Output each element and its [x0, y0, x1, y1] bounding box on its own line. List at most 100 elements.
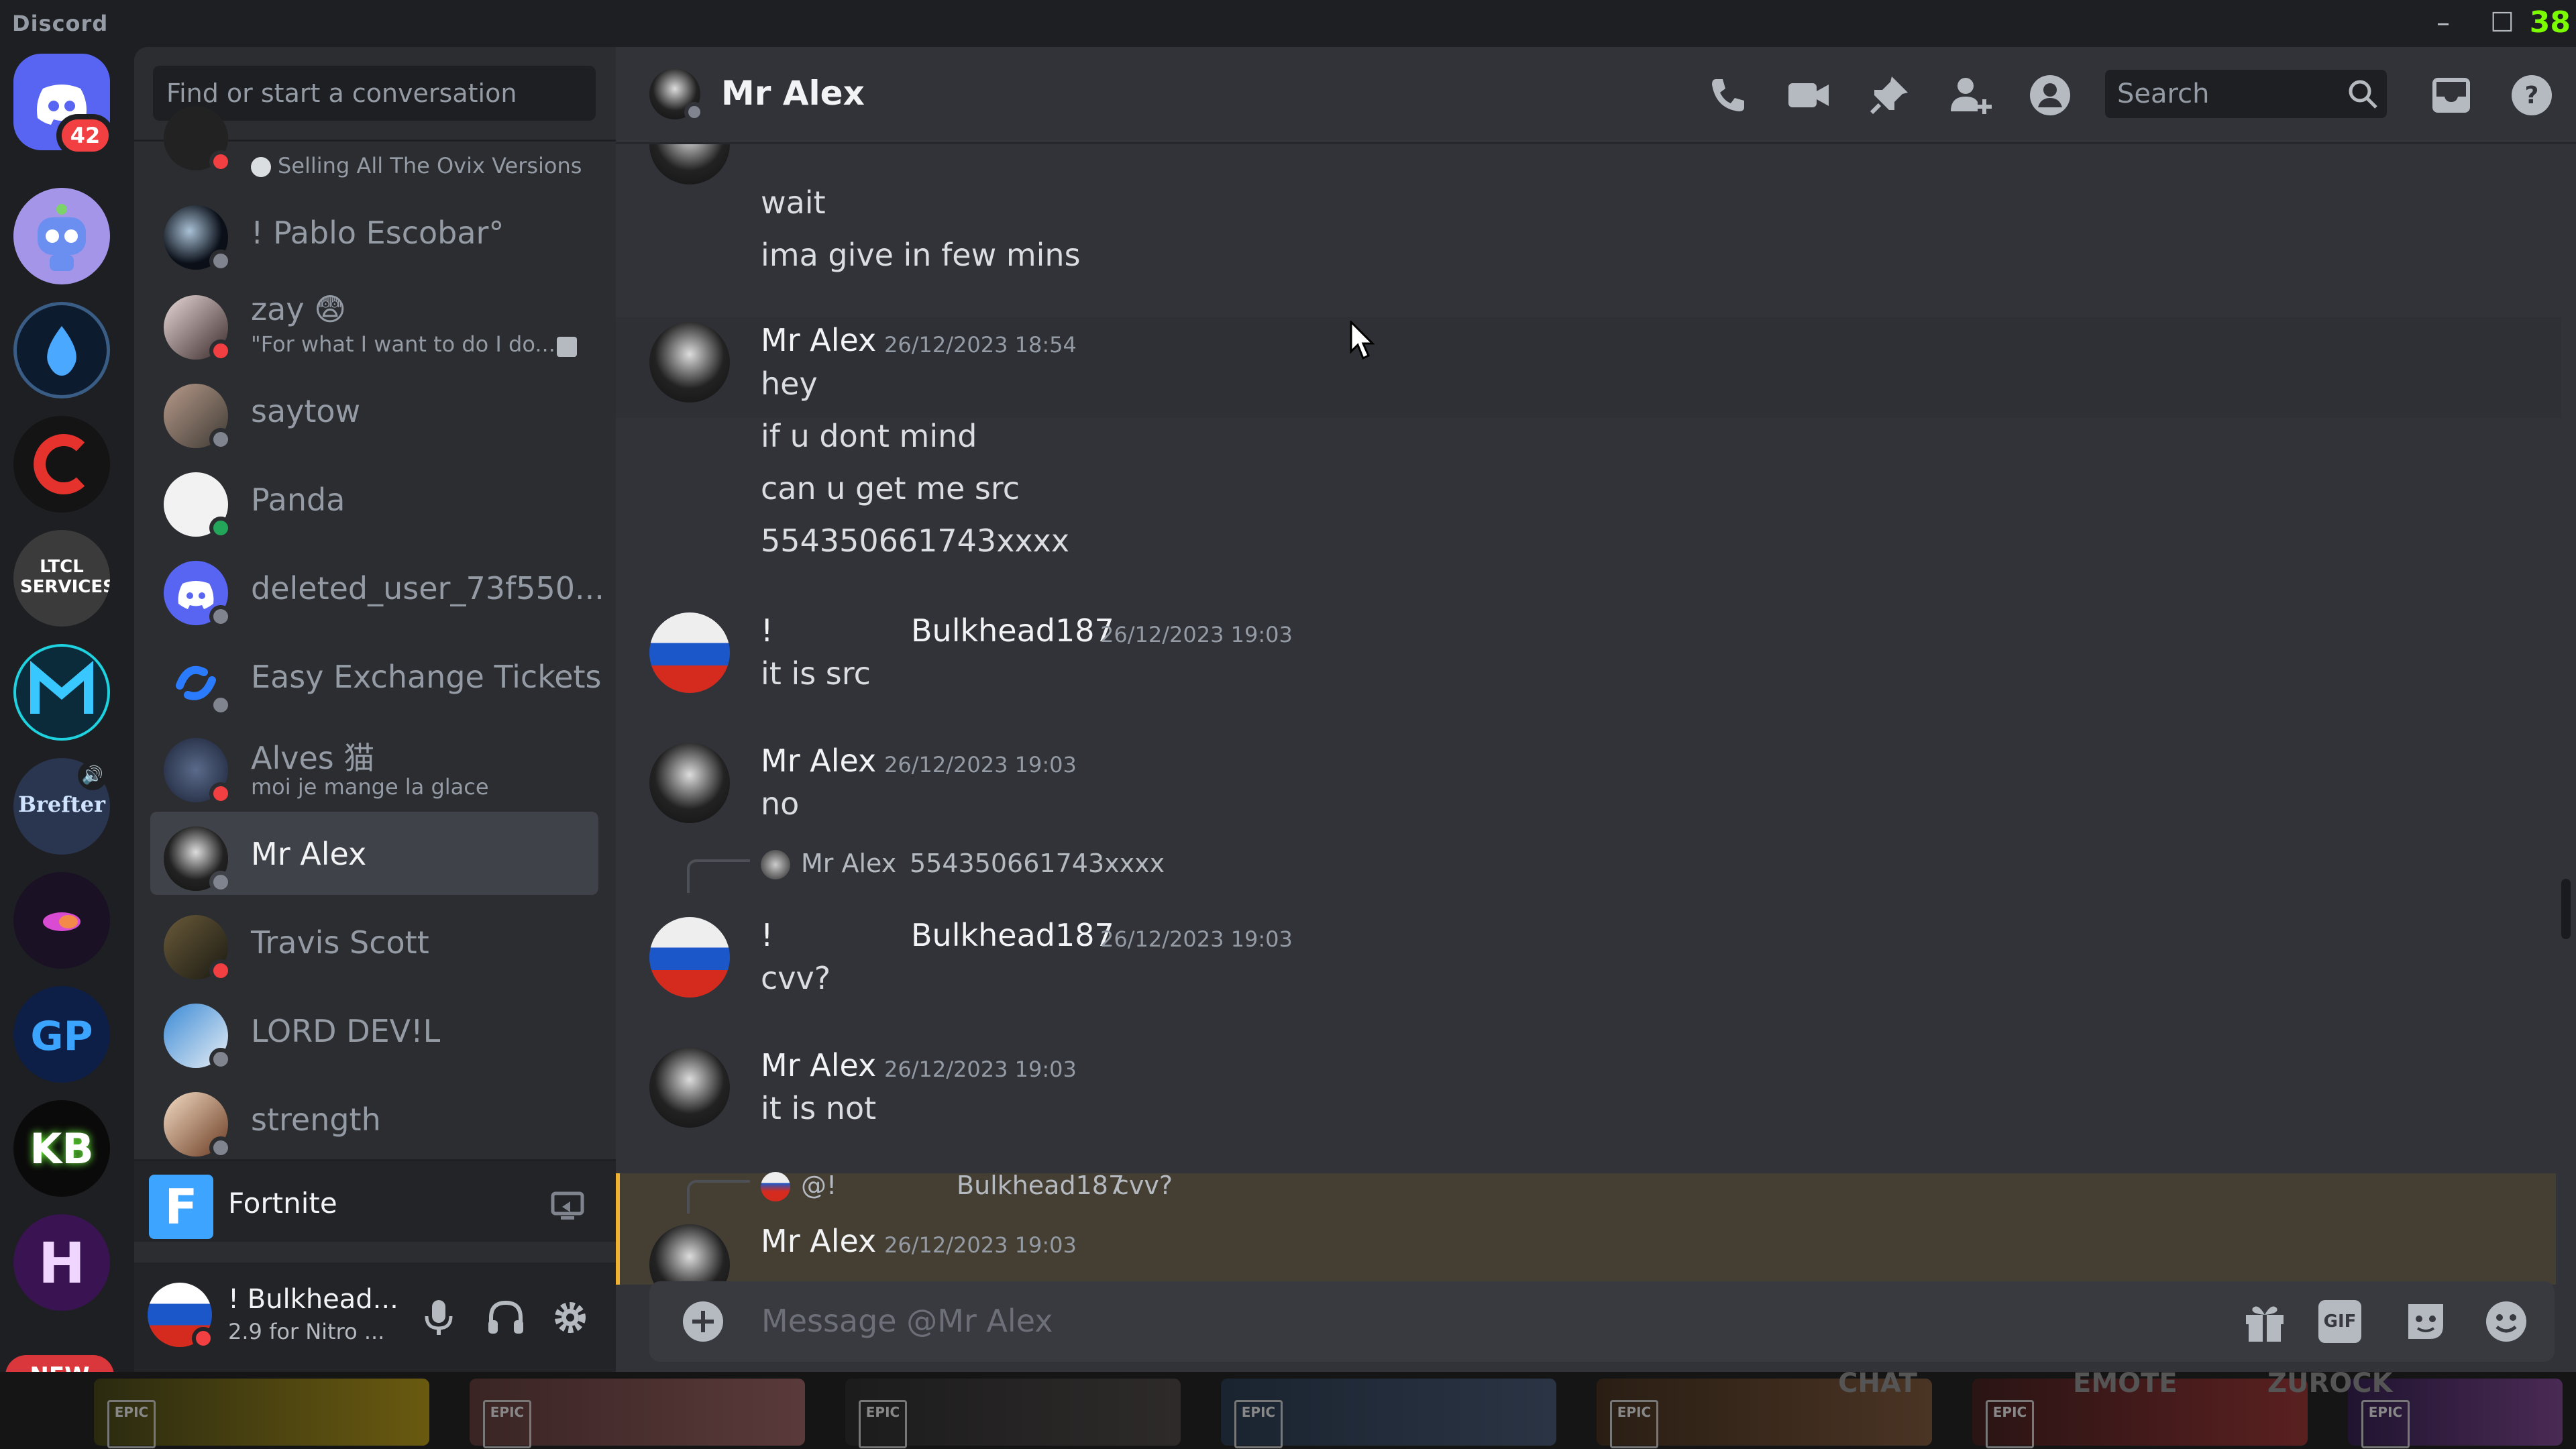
message-avatar[interactable] [649, 917, 730, 998]
epic-logo-icon: EPIC [107, 1400, 156, 1448]
dm-item-active[interactable]: Mr Alex [150, 812, 598, 895]
user-profile-icon[interactable] [2026, 71, 2074, 119]
server-gp-icon[interactable]: GP [13, 986, 110, 1083]
app-title: Discord [12, 11, 109, 36]
ltcl-label: LTCL SERVICES [20, 557, 110, 597]
minimize-button[interactable]: – [2423, 5, 2463, 40]
status-offline-icon [209, 694, 232, 716]
message-author-prefix[interactable]: ! [761, 612, 773, 649]
help-icon[interactable]: ? [2508, 71, 2556, 119]
dm-subtext: Selling All The Ovix Versions [278, 153, 582, 178]
inbox-icon[interactable] [2427, 71, 2475, 119]
message-avatar[interactable] [649, 322, 730, 402]
find-conversation-input[interactable]: Find or start a conversation [153, 66, 596, 121]
message-text: if u dont mind [761, 418, 977, 454]
headphones-icon[interactable] [486, 1297, 526, 1338]
server-drop-icon[interactable] [13, 302, 110, 398]
status-online-icon [209, 517, 232, 539]
message-author[interactable]: Mr Alex [761, 743, 876, 779]
reply-preview[interactable]: 554350661743xxxx [910, 849, 1165, 878]
message-author[interactable]: Mr Alex [761, 1223, 876, 1259]
server-gradient-icon[interactable] [13, 872, 110, 969]
dm-item[interactable]: Travis Scott [150, 900, 598, 983]
server-ltcl-icon[interactable]: LTCL SERVICES [13, 530, 110, 627]
dm-name: Panda [251, 482, 345, 518]
reply-author[interactable]: @! [801, 1171, 837, 1200]
reply-author[interactable]: Bulkhead187 [957, 1171, 1124, 1200]
status-offline-icon [209, 428, 232, 451]
game-tile[interactable]: EPIC [470, 1379, 805, 1448]
epic-logo-icon: EPIC [859, 1400, 907, 1448]
reply-preview[interactable]: cvv? [1115, 1171, 1173, 1200]
emoji-icon[interactable] [2479, 1295, 2533, 1348]
add-friend-icon[interactable] [1945, 71, 1994, 119]
message-author[interactable]: Bulkhead187 [911, 917, 1114, 953]
gift-icon[interactable] [2238, 1295, 2292, 1348]
message-avatar [649, 144, 730, 184]
server-m-icon[interactable] [13, 644, 110, 741]
gp-label: GP [30, 1013, 93, 1060]
dm-item[interactable]: Panda [150, 458, 598, 541]
dm-item[interactable]: zay 😨 "For what I want to do I do... [150, 280, 598, 364]
sticker-icon[interactable] [2399, 1295, 2453, 1348]
dm-item[interactable]: Easy Exchange Tickets [150, 635, 602, 718]
status-dnd-icon [209, 339, 232, 362]
status-dnd-icon [209, 782, 232, 805]
message-author[interactable]: Mr Alex [761, 322, 876, 358]
dm-item[interactable]: Alves 猫 moi je mange la glace [150, 723, 598, 806]
server-h-icon[interactable]: H [13, 1214, 110, 1311]
message-avatar[interactable] [649, 1047, 730, 1128]
activity-panel[interactable]: F Fortnite [134, 1159, 616, 1242]
search-icon [2349, 80, 2377, 109]
message-timestamp: 26/12/2023 19:03 [1100, 622, 1293, 647]
user-panel: ! Bulkhead... 2.9 for Nitro ... [134, 1263, 616, 1372]
game-tile[interactable]: EPIC [94, 1379, 429, 1448]
message-avatar[interactable] [649, 743, 730, 823]
dm-item[interactable]: LORD DEV!L [150, 989, 598, 1072]
epic-logo-icon: EPIC [483, 1400, 531, 1448]
stream-screen-icon[interactable] [549, 1187, 586, 1224]
dm-name: zay 😨 [251, 291, 347, 327]
scrollbar-thumb[interactable] [2561, 879, 2571, 939]
video-call-icon[interactable] [1784, 71, 1833, 119]
game-tile[interactable]: EPIC [845, 1379, 1181, 1448]
dm-name: Travis Scott [251, 924, 429, 961]
dm-item[interactable]: deleted_user_73f550... [150, 546, 604, 629]
game-tile[interactable]: EPIC [1221, 1379, 1556, 1448]
dm-item[interactable]: Selling All The Ovix Versions [150, 106, 598, 181]
dm-subtext: moi je mange la glace [251, 774, 489, 800]
dm-item[interactable]: strength [150, 1077, 598, 1161]
mention-highlight [616, 1173, 2556, 1285]
settings-gear-icon[interactable] [550, 1297, 590, 1338]
chat-search-input[interactable]: Search [2105, 70, 2387, 118]
voice-call-icon[interactable] [1704, 71, 1752, 119]
dm-item[interactable]: saytow [150, 369, 598, 452]
fortnite-icon: F [149, 1175, 213, 1239]
reply-avatar [761, 850, 790, 879]
message-composer[interactable]: Message @Mr Alex GIF [649, 1281, 2555, 1362]
text-note-icon [557, 337, 577, 357]
user-status: 2.9 for Nitro ... [228, 1319, 385, 1344]
message-author[interactable]: Mr Alex [761, 1047, 876, 1083]
server-kb-icon[interactable]: KB [13, 1100, 110, 1197]
reply-author[interactable]: Mr Alex [801, 849, 896, 878]
message-text: it is not [761, 1090, 877, 1126]
dm-name: Easy Exchange Tickets [251, 659, 602, 695]
gif-button[interactable]: GIF [2318, 1300, 2361, 1343]
pin-icon[interactable] [1865, 71, 1913, 119]
dm-name: Alves 猫 [251, 740, 375, 776]
message-author[interactable]: Bulkhead187 [911, 612, 1114, 649]
microphone-icon[interactable] [420, 1297, 458, 1338]
add-attachment-icon[interactable] [680, 1299, 726, 1344]
fps-counter: 38 [2529, 5, 2571, 40]
maximize-button[interactable]: ☐ [2482, 5, 2522, 40]
status-offline-icon [209, 1048, 232, 1071]
message-timestamp: 26/12/2023 19:03 [884, 1057, 1077, 1082]
message-avatar[interactable] [649, 612, 730, 693]
message-input[interactable]: Message @Mr Alex [761, 1303, 1053, 1339]
dm-item[interactable]: ! Pablo Escobar° [150, 191, 598, 274]
server-c-icon[interactable] [13, 416, 110, 513]
message-author-prefix[interactable]: ! [761, 917, 773, 953]
server-robot-icon[interactable] [13, 188, 110, 284]
taskbar-label: EMOTE [2073, 1372, 2178, 1399]
